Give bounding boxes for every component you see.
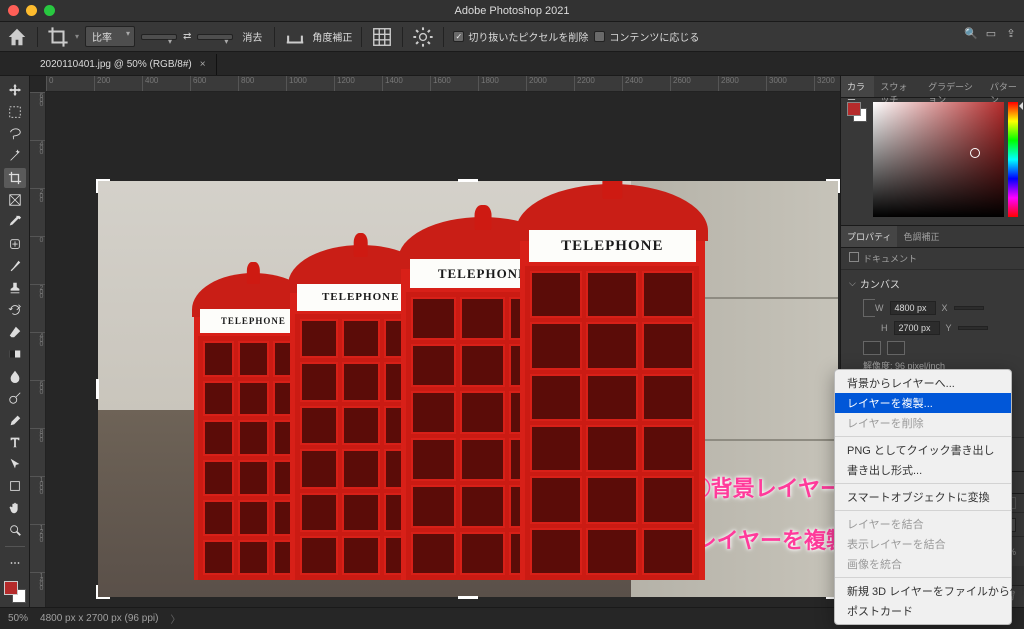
foreground-color-swatch[interactable] — [4, 581, 18, 595]
crop-handle-left[interactable] — [96, 379, 99, 399]
home-icon[interactable] — [6, 26, 28, 48]
canvas-x-field[interactable] — [954, 306, 984, 310]
blur-tool-icon[interactable] — [4, 366, 26, 386]
color-swatches[interactable] — [4, 581, 26, 603]
canvas-area[interactable]: 0200400600800100012001400160018002000220… — [30, 76, 840, 607]
canvas-width-field[interactable]: 4800 px — [890, 301, 936, 315]
canvas-height-field[interactable]: 2700 px — [894, 321, 940, 335]
context-menu-item[interactable]: PNG としてクイック書き出し — [835, 440, 1011, 460]
options-bar: ▾ 比率 ⇄ 消去 角度補正 切り抜いたピクセルを削除 コンテンツに応じる — [0, 22, 1024, 52]
document-tab-label: 2020110401.jpg @ 50% (RGB/8#) — [40, 59, 192, 70]
ratio-width-input[interactable] — [141, 34, 177, 40]
tab-color[interactable]: カラー — [841, 76, 874, 97]
orientation-icons[interactable] — [841, 337, 1024, 357]
ratio-height-input[interactable] — [197, 34, 233, 40]
path-selection-tool-icon[interactable] — [4, 454, 26, 474]
color-swatch-pair[interactable] — [847, 102, 867, 122]
move-tool-icon[interactable] — [4, 80, 26, 100]
hue-slider[interactable] — [1008, 102, 1018, 217]
annotation-1: ①背景レイヤーの上で右クリック — [689, 471, 840, 503]
tools-panel — [0, 76, 30, 607]
context-menu-item: 画像を統合 — [835, 554, 1011, 574]
ruler-horizontal[interactable]: 0200400600800100012001400160018002000220… — [46, 76, 840, 92]
document-tabs: 2020110401.jpg @ 50% (RGB/8#) × — [0, 52, 1024, 76]
minimize-window-button[interactable] — [26, 5, 37, 16]
window-controls — [0, 5, 55, 16]
brush-tool-icon[interactable] — [4, 256, 26, 276]
link-dimensions-icon[interactable] — [863, 299, 875, 317]
stamp-tool-icon[interactable] — [4, 278, 26, 298]
content-aware-checkbox[interactable]: コンテンツに応じる — [594, 29, 699, 44]
canvas-section-header[interactable]: カンバス — [841, 270, 1024, 297]
document-tab[interactable]: 2020110401.jpg @ 50% (RGB/8#) × — [30, 54, 217, 75]
context-menu-item[interactable]: スマートオブジェクトに変換 — [835, 487, 1011, 507]
shape-tool-icon[interactable] — [4, 476, 26, 496]
angle-correction-label[interactable]: 角度補正 — [312, 29, 352, 44]
canvas-y-field[interactable] — [958, 326, 988, 330]
color-picker-field[interactable] — [873, 102, 1004, 217]
share-controls: 🔍 ▭ ⇪ — [962, 24, 1020, 42]
close-document-icon[interactable]: × — [200, 59, 206, 70]
crop-tool-icon[interactable] — [47, 26, 69, 48]
context-menu-item[interactable]: ポストカード — [835, 601, 1011, 621]
crop-handle-top-left[interactable] — [96, 179, 110, 193]
lasso-tool-icon[interactable] — [4, 124, 26, 144]
tool-divider — [5, 546, 25, 547]
tab-gradients[interactable]: グラデーション — [922, 76, 984, 97]
titlebar: Adobe Photoshop 2021 — [0, 0, 1024, 22]
workspace-icon[interactable]: ▭ — [982, 24, 1000, 42]
swap-dimensions-icon[interactable]: ⇄ — [183, 31, 191, 42]
crop-settings-icon[interactable] — [412, 26, 434, 48]
zoom-level[interactable]: 50% — [8, 613, 28, 624]
color-panel-tabs: カラー スウォッチ グラデーション パターン — [841, 76, 1024, 98]
clear-aspect-button[interactable]: 消去 — [239, 29, 265, 44]
gradient-tool-icon[interactable] — [4, 344, 26, 364]
context-menu-item[interactable]: 新規 3D レイヤーをファイルから作成... — [835, 581, 1011, 601]
frame-tool-icon[interactable] — [4, 190, 26, 210]
doc-dimensions[interactable]: 4800 px x 2700 px (96 ppi) — [40, 613, 158, 624]
tab-properties[interactable]: プロパティ — [841, 226, 897, 247]
text-tool-icon[interactable] — [4, 432, 26, 452]
aspect-ratio-select[interactable]: 比率 — [85, 26, 135, 47]
history-brush-tool-icon[interactable] — [4, 300, 26, 320]
context-menu-item[interactable]: 書き出し形式... — [835, 460, 1011, 480]
document-canvas[interactable]: TELEPHONE TELEPHONE TELEPHONE TELEPHONE … — [98, 181, 838, 597]
eyedropper-tool-icon[interactable] — [4, 212, 26, 232]
context-menu-item[interactable]: レイヤーを複製... — [835, 393, 1011, 413]
edit-toolbar-icon[interactable] — [4, 553, 26, 573]
search-icon[interactable]: 🔍 — [962, 24, 980, 42]
color-panel: カラー スウォッチ グラデーション パターン — [841, 76, 1024, 226]
crop-handle-top[interactable] — [458, 179, 478, 182]
crop-handle-top-right[interactable] — [826, 179, 840, 193]
share-icon[interactable]: ⇪ — [1002, 24, 1020, 42]
crop-handle-bottom[interactable] — [458, 596, 478, 599]
dodge-tool-icon[interactable] — [4, 388, 26, 408]
tab-swatches[interactable]: スウォッチ — [874, 76, 922, 97]
delete-cropped-checkbox[interactable]: 切り抜いたピクセルを削除 — [453, 29, 588, 44]
close-window-button[interactable] — [8, 5, 19, 16]
zoom-tool-icon[interactable] — [4, 520, 26, 540]
context-menu-item: レイヤーを結合 — [835, 514, 1011, 534]
tab-adjustments[interactable]: 色調補正 — [897, 226, 945, 247]
eraser-tool-icon[interactable] — [4, 322, 26, 342]
context-menu-item: レイヤーを削除 — [835, 413, 1011, 433]
app-title: Adobe Photoshop 2021 — [0, 5, 1024, 17]
context-menu-item[interactable]: 背景からレイヤーへ... — [835, 373, 1011, 393]
healing-brush-tool-icon[interactable] — [4, 234, 26, 254]
crop-handle-bottom-left[interactable] — [96, 585, 110, 599]
properties-subheader: ドキュメント — [841, 248, 1024, 270]
crop-overlay-icon[interactable] — [371, 26, 393, 48]
pen-tool-icon[interactable] — [4, 410, 26, 430]
properties-panel-tabs: プロパティ 色調補正 — [841, 226, 1024, 248]
layer-context-menu[interactable]: 背景からレイヤーへ...レイヤーを複製...レイヤーを削除 PNG としてクイック… — [834, 369, 1012, 625]
tab-patterns[interactable]: パターン — [984, 76, 1024, 97]
context-menu-item: 表示レイヤーを結合 — [835, 534, 1011, 554]
hand-tool-icon[interactable] — [4, 498, 26, 518]
straighten-icon[interactable] — [284, 26, 306, 48]
crop-tool-icon[interactable] — [4, 168, 26, 188]
magic-wand-tool-icon[interactable] — [4, 146, 26, 166]
zoom-window-button[interactable] — [44, 5, 55, 16]
marquee-tool-icon[interactable] — [4, 102, 26, 122]
ruler-vertical[interactable]: 6004002000200400600800100012001400160018… — [30, 92, 46, 607]
